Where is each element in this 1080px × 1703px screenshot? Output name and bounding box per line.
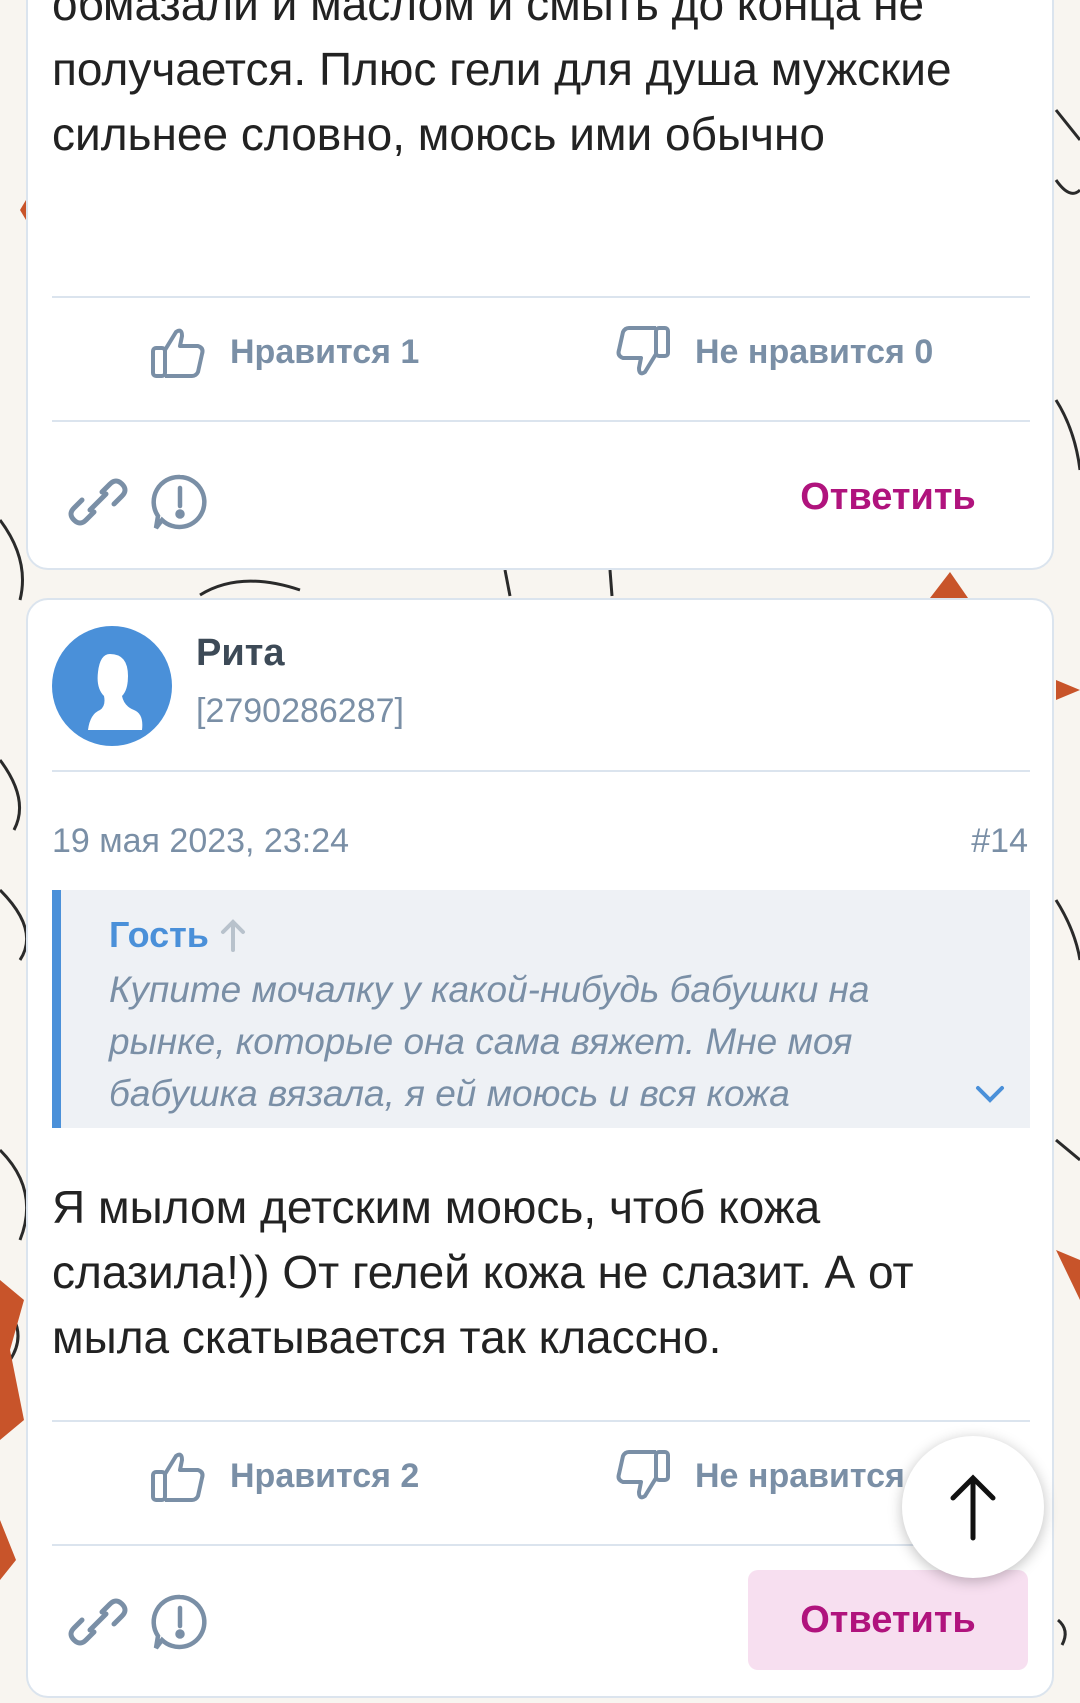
quote-text: Купите мочалку у какой-нибудь бабушки на… <box>109 969 870 1114</box>
divider <box>52 1420 1030 1422</box>
like-button[interactable]: Нравится 2 <box>148 1426 419 1526</box>
dislike-button[interactable]: Не нравится 0 <box>613 302 933 402</box>
quote-author-name: Гость <box>109 914 209 955</box>
quote-author[interactable]: Гость <box>109 914 247 956</box>
report-icon[interactable] <box>150 1592 210 1652</box>
divider <box>52 420 1030 422</box>
comment-number[interactable]: #14 <box>971 822 1028 861</box>
avatar <box>52 626 172 746</box>
link-icon[interactable] <box>68 472 128 532</box>
author-name[interactable]: Рита <box>196 632 284 675</box>
comment-text: обмазали и маслом и смыть до конца не по… <box>52 0 952 160</box>
dislike-label: Не нравится 0 <box>695 332 934 371</box>
chevron-down-icon[interactable] <box>970 1078 1010 1108</box>
comment-text: Я мылом детским моюсь, чтоб кожа слазила… <box>52 1181 914 1363</box>
like-button[interactable]: Нравится 1 <box>148 302 419 402</box>
comment-date: 19 мая 2023, 23:24 <box>52 822 350 860</box>
dislike-button[interactable]: Не нравится <box>613 1426 905 1526</box>
like-label: Нравится 1 <box>230 332 420 371</box>
thumbs-up-icon <box>151 328 205 378</box>
user-silhouette-icon <box>88 654 143 730</box>
quote-block[interactable]: Гость Купите мочалку у какой-нибудь бабу… <box>52 890 1030 1128</box>
comment-card: Рита [2790286287] 19 мая 2023, 23:24 #14… <box>26 598 1054 1698</box>
divider <box>52 1544 1030 1546</box>
comment-card: обмазали и маслом и смыть до конца не по… <box>26 0 1054 570</box>
reply-button[interactable]: Ответить <box>748 1570 1028 1670</box>
scroll-top-button[interactable] <box>902 1436 1044 1578</box>
report-icon[interactable] <box>150 472 210 532</box>
author-id: [2790286287] <box>196 692 404 730</box>
like-label: Нравится 2 <box>230 1456 420 1495</box>
divider <box>52 296 1030 298</box>
link-icon[interactable] <box>68 1592 128 1652</box>
dislike-label: Не нравится <box>695 1456 905 1495</box>
reply-button[interactable]: Ответить <box>748 447 1028 547</box>
divider <box>52 770 1030 772</box>
thumbs-down-icon <box>616 1450 670 1500</box>
arrow-up-icon <box>950 1474 996 1541</box>
arrow-up-icon <box>220 919 245 952</box>
thumbs-up-icon <box>151 1452 205 1502</box>
thumbs-down-icon <box>616 326 670 376</box>
